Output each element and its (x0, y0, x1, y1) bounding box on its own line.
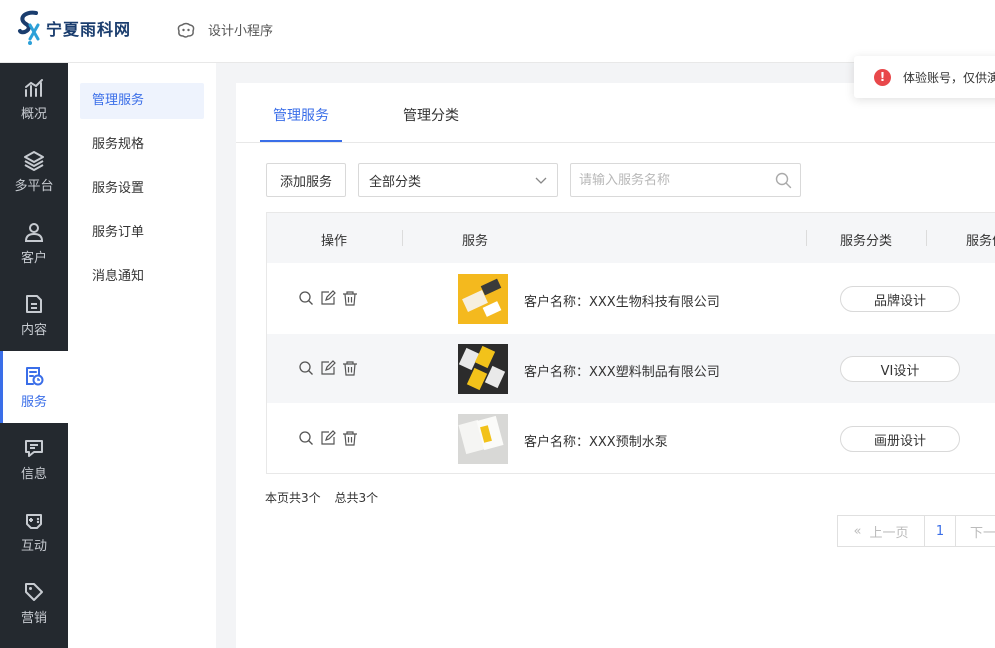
column-divider (806, 230, 807, 246)
sidebar-item-label: 互动 (20, 538, 47, 554)
sidebar-item-multiplatform[interactable]: 多平台 (0, 135, 68, 207)
document-icon (26, 294, 42, 313)
primary-sidebar: 概况 多平台 客户 内容 服务 信息 互动 营销 (0, 63, 68, 648)
column-header-price: 服务价格 (966, 234, 995, 249)
edit-icon[interactable] (320, 430, 336, 446)
tab-manage-categories[interactable]: 管理分类 (403, 105, 459, 125)
pagination: « 上一页 1 下一页 (837, 515, 995, 547)
row-actions (298, 430, 358, 446)
table-row: 客户名称：XXX生物科技有限公司 品牌设计 (267, 263, 995, 333)
row-actions (298, 360, 358, 376)
sidebar-item-label: 客户 (20, 250, 47, 266)
client-name: 客户名称：XXX生物科技有限公司 (524, 295, 720, 310)
sidebar-item-label: 信息 (20, 466, 47, 482)
column-divider (926, 230, 927, 246)
row-actions (298, 290, 358, 306)
toolbar: 添加服务 全部分类 (266, 163, 802, 197)
column-divider (402, 230, 403, 246)
table-header: 操作 服务 服务分类 服务价格 (267, 213, 995, 263)
subnav-item-manage-services[interactable]: 管理服务 (80, 83, 204, 119)
subnav-item-service-specs[interactable]: 服务规格 (80, 127, 204, 163)
gamepad-icon (26, 513, 42, 529)
user-icon (24, 222, 44, 242)
layers-icon (24, 150, 44, 171)
search-icon[interactable] (775, 172, 792, 189)
column-header-category: 服务分类 (840, 234, 893, 249)
client-name: 客户名称：XXX预制水泵 (524, 435, 668, 450)
sidebar-item-services[interactable]: 服务 (0, 351, 68, 423)
prev-page-button[interactable]: « 上一页 (837, 515, 925, 547)
table-row: 客户名称：XXX预制水泵 画册设计 (267, 403, 995, 473)
sidebar-item-content[interactable]: 内容 (0, 279, 68, 351)
service-thumbnail (458, 414, 508, 464)
sidebar-item-label: 概况 (20, 106, 47, 122)
sidebar-item-overview[interactable]: 概况 (0, 63, 68, 135)
sidebar-item-customers[interactable]: 客户 (0, 207, 68, 279)
sidebar-item-label: 内容 (20, 322, 47, 338)
service-thumbnail (458, 274, 508, 324)
edit-icon[interactable] (320, 290, 336, 306)
view-icon[interactable] (298, 430, 314, 446)
double-chevron-left-icon: « (853, 523, 862, 539)
next-page-label: 下一页 (970, 525, 995, 541)
prev-page-label: 上一页 (869, 525, 909, 541)
search-input[interactable] (579, 172, 776, 188)
category-tag: VI设计 (840, 356, 960, 382)
category-select-value: 全部分类 (369, 174, 422, 190)
demo-account-toast: ! 体验账号，仅供演示 (854, 56, 995, 98)
toast-message: 体验账号，仅供演示 (903, 70, 995, 85)
view-icon[interactable] (298, 290, 314, 306)
message-icon (25, 439, 43, 457)
column-header-service: 服务 (462, 234, 489, 249)
client-name: 客户名称：XXX塑料制品有限公司 (524, 365, 720, 380)
page-number-button[interactable]: 1 (924, 515, 956, 547)
table-summary: 本页共3个 总共3个 (265, 489, 388, 506)
secondary-sidebar: 管理服务 服务规格 服务设置 服务订单 消息通知 (68, 63, 216, 648)
sidebar-item-label: 营销 (20, 610, 47, 626)
delete-icon[interactable] (342, 290, 358, 306)
top-bar: 宁夏雨科网 设计小程序 (0, 0, 995, 63)
mini-program-link[interactable]: 设计小程序 (176, 20, 273, 39)
exclamation-icon: ! (874, 68, 891, 86)
mini-program-icon (177, 22, 195, 38)
category-tag: 画册设计 (840, 426, 960, 452)
subnav-item-notifications[interactable]: 消息通知 (80, 259, 204, 295)
tag-icon (25, 582, 43, 601)
delete-icon[interactable] (342, 360, 358, 376)
chevron-down-icon (535, 177, 547, 184)
table-row: 客户名称：XXX塑料制品有限公司 VI设计 (267, 333, 995, 403)
sidebar-item-interaction[interactable]: 互动 (0, 495, 68, 567)
add-service-button[interactable]: 添加服务 (266, 163, 347, 197)
service-icon (26, 366, 44, 385)
subnav-item-service-settings[interactable]: 服务设置 (80, 171, 204, 207)
main-panel: 管理服务 管理分类 添加服务 全部分类 操作 服务 服务分类 服务价格 (236, 83, 995, 648)
sidebar-item-messages[interactable]: 信息 (0, 423, 68, 495)
next-page-button[interactable]: 下一页 (955, 515, 995, 547)
services-table: 操作 服务 服务分类 服务价格 客户名称：XXX生物科技有限公司 品牌设计 (266, 212, 995, 474)
chart-icon (25, 78, 43, 97)
view-icon[interactable] (298, 360, 314, 376)
logo-mark-icon (16, 9, 44, 47)
category-select[interactable]: 全部分类 (358, 163, 559, 197)
active-tab-indicator (260, 140, 342, 142)
edit-icon[interactable] (320, 360, 336, 376)
service-search-box (570, 163, 802, 197)
tab-manage-services[interactable]: 管理服务 (273, 105, 329, 125)
sidebar-item-label: 服务 (20, 394, 47, 410)
subnav-item-service-orders[interactable]: 服务订单 (80, 215, 204, 251)
total-count: 总共3个 (334, 491, 379, 505)
logo-text: 宁夏雨科网 (46, 20, 132, 39)
mini-program-label: 设计小程序 (208, 24, 274, 39)
sidebar-item-marketing[interactable]: 营销 (0, 567, 68, 639)
category-tag: 品牌设计 (840, 286, 960, 312)
sidebar-item-label: 多平台 (14, 178, 54, 194)
page-count: 本页共3个 (265, 491, 321, 505)
service-thumbnail (458, 344, 508, 394)
delete-icon[interactable] (342, 430, 358, 446)
column-header-actions: 操作 (321, 234, 348, 249)
brand-logo[interactable]: 宁夏雨科网 (16, 8, 131, 48)
